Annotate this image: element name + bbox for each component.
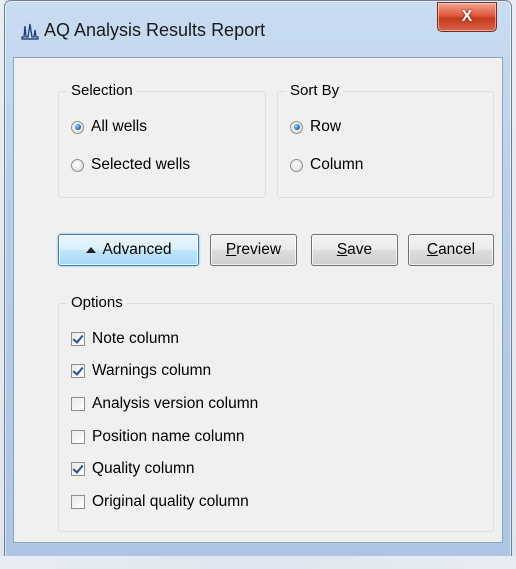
title-bar[interactable]: AQ Analysis Results Report X	[5, 1, 511, 57]
radio-label: All wells	[91, 118, 147, 135]
close-icon: X	[461, 8, 473, 25]
selection-group: Selection All wells Selected wells	[58, 82, 266, 198]
dialog-client-area: Selection All wells Selected wells Sort …	[13, 57, 503, 543]
preview-label-rest: review	[236, 241, 282, 258]
preview-mnemonic: P	[225, 241, 237, 258]
checkbox-label: Position name column	[92, 428, 245, 445]
background-strip	[0, 556, 516, 569]
checkbox-label: Warnings column	[92, 362, 212, 379]
save-label-rest: ave	[347, 241, 373, 258]
checkbox-unchecked[interactable]	[71, 397, 85, 411]
radio-label: Selected wells	[91, 156, 191, 173]
radio-selected-wells[interactable]: Selected wells	[71, 156, 190, 174]
radio-button-selected[interactable]	[71, 120, 84, 134]
cancel-button[interactable]: Cancel	[408, 234, 494, 266]
options-group: Options Note column Warnings column Anal…	[58, 294, 494, 532]
radio-button[interactable]	[71, 158, 84, 172]
options-legend: Options	[67, 294, 127, 311]
selection-legend: Selection	[67, 82, 137, 99]
save-button[interactable]: Save	[311, 234, 398, 266]
radio-sort-column[interactable]: Column	[290, 156, 363, 174]
checkbox-quality-column[interactable]: Quality column	[71, 460, 195, 478]
cancel-label-rest: ancel	[438, 241, 476, 258]
radio-sort-row[interactable]: Row	[290, 118, 341, 136]
checkbox-position-name-column[interactable]: Position name column	[71, 428, 245, 446]
checkbox-checked[interactable]	[71, 462, 85, 476]
checkbox-label: Original quality column	[92, 493, 249, 510]
radio-button[interactable]	[290, 158, 303, 172]
radio-label: Column	[310, 156, 364, 173]
save-mnemonic: S	[336, 241, 348, 258]
waveform-icon	[21, 23, 39, 40]
checkbox-label: Note column	[92, 330, 180, 347]
checkbox-unchecked[interactable]	[71, 495, 85, 509]
checkbox-note-column[interactable]: Note column	[71, 330, 179, 348]
close-button[interactable]: X	[437, 2, 497, 32]
report-dialog: AQ Analysis Results Report X Selection A…	[4, 0, 512, 566]
window-title: AQ Analysis Results Report	[44, 20, 266, 40]
radio-button-selected[interactable]	[290, 120, 303, 134]
sort-by-group: Sort By Row Column	[277, 82, 494, 198]
advanced-button[interactable]: Advanced	[58, 234, 199, 266]
checkbox-checked[interactable]	[71, 364, 85, 378]
preview-button[interactable]: Preview	[210, 234, 297, 266]
cancel-mnemonic: C	[426, 241, 439, 258]
checkbox-warnings-column[interactable]: Warnings column	[71, 362, 211, 380]
advanced-button-label: Advanced	[102, 241, 172, 258]
radio-label: Row	[310, 118, 342, 135]
sort-by-legend: Sort By	[286, 82, 344, 99]
checkbox-label: Analysis version column	[92, 395, 259, 412]
checkbox-analysis-version-column[interactable]: Analysis version column	[71, 395, 258, 413]
checkbox-original-quality-column[interactable]: Original quality column	[71, 493, 249, 511]
radio-all-wells[interactable]: All wells	[71, 118, 147, 136]
checkbox-label: Quality column	[92, 460, 195, 477]
checkbox-unchecked[interactable]	[71, 430, 85, 444]
collapse-arrow-icon	[85, 247, 96, 253]
checkbox-checked[interactable]	[71, 332, 85, 346]
